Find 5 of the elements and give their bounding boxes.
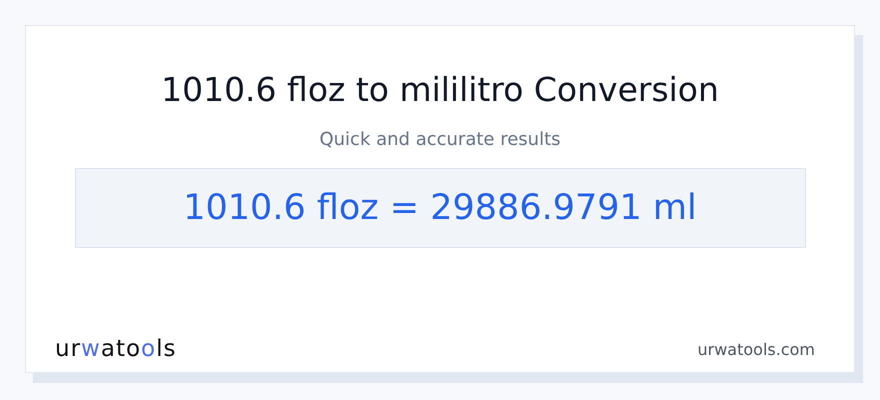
page-title: 1010.6 floz to mililitro Conversion: [161, 70, 719, 110]
subtitle: Quick and accurate results: [319, 128, 561, 152]
logo: urwatools: [55, 336, 176, 362]
site-link[interactable]: urwatools.com: [698, 340, 815, 358]
result-text: 1010.6 floz = 29886.9791 ml: [183, 188, 697, 228]
